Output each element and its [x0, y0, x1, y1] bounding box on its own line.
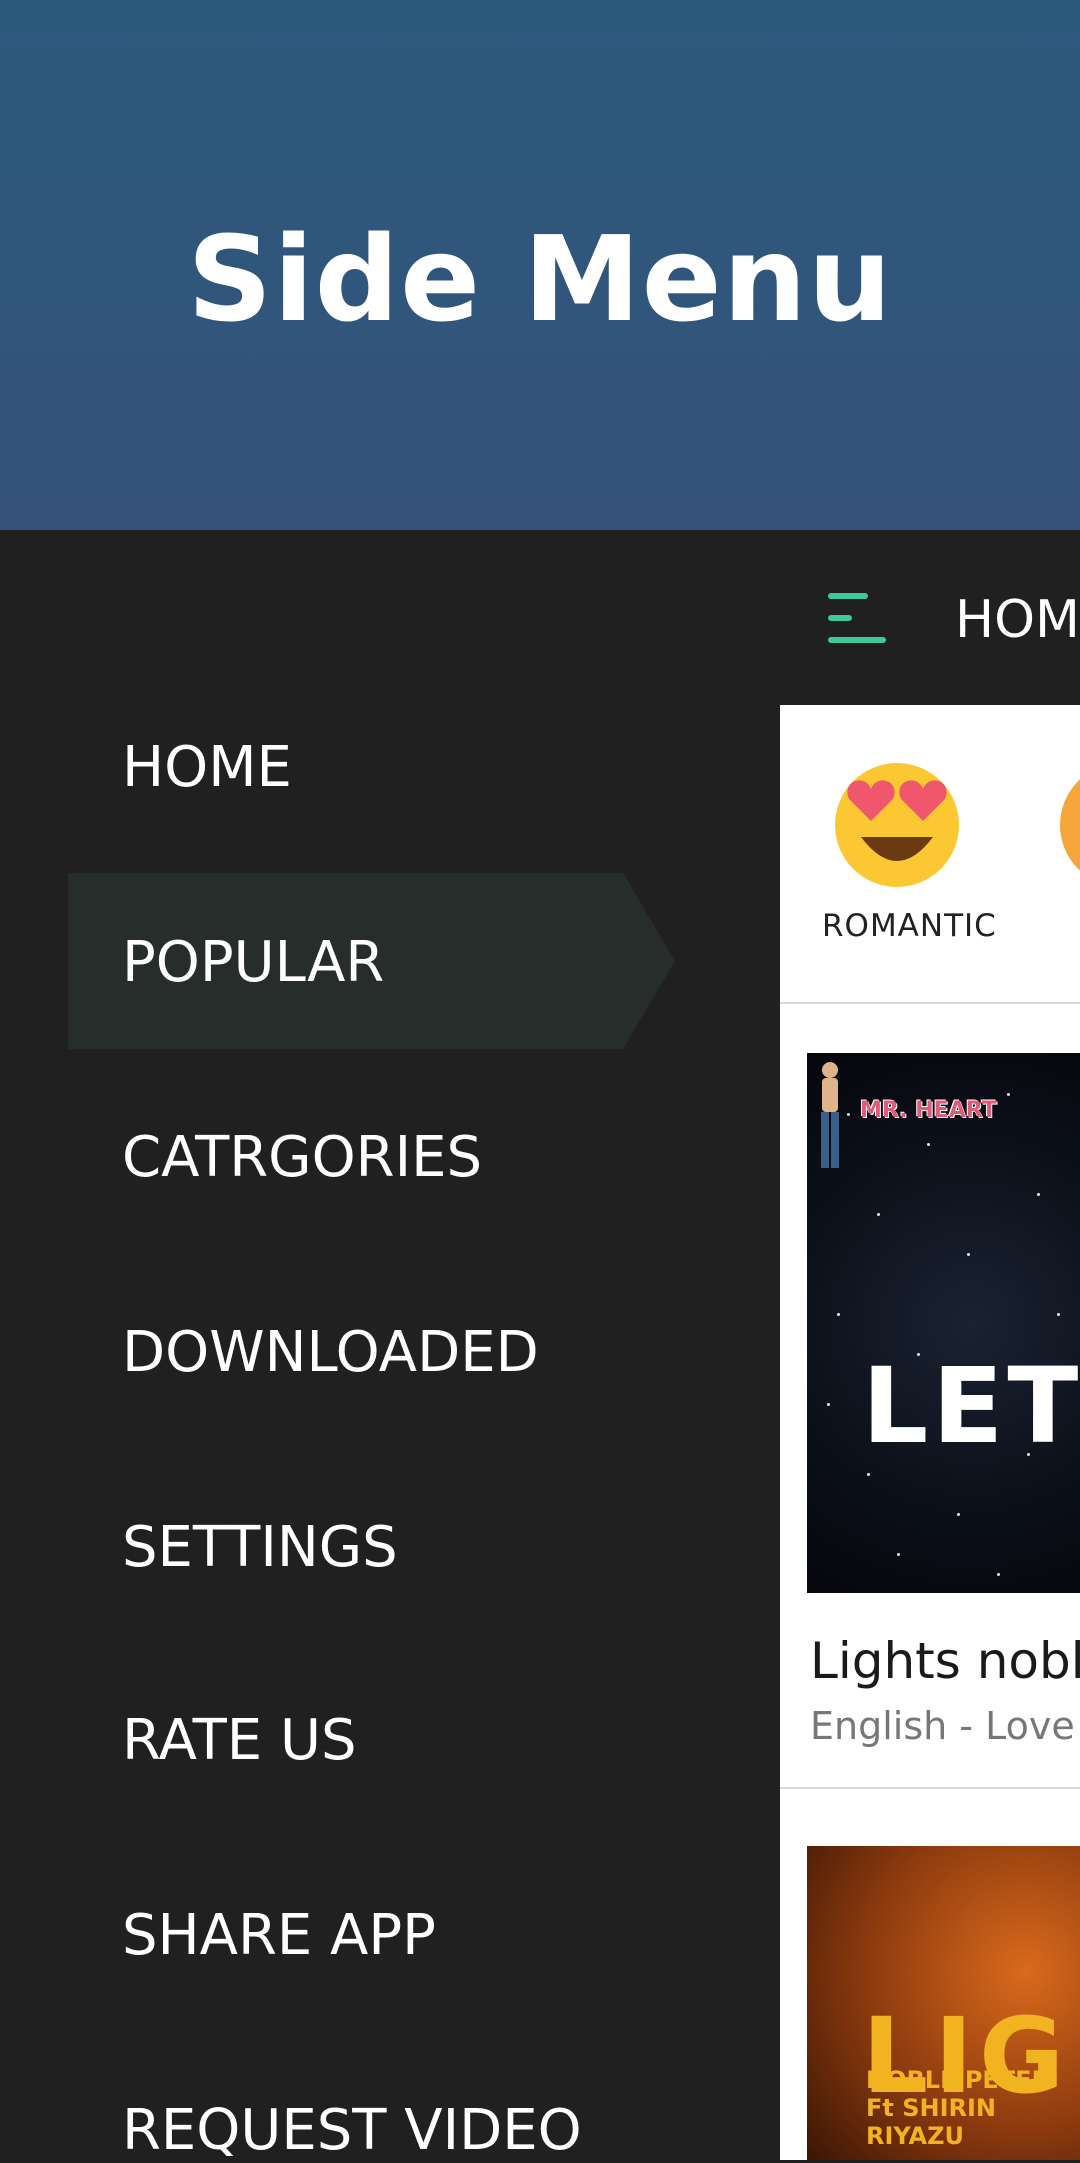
drawer-header: Side Menu	[0, 0, 1080, 530]
person-figure-icon	[821, 1062, 839, 1168]
menu-item-popular[interactable]: POPULAR	[122, 930, 384, 995]
menu-item-downloaded[interactable]: DOWNLOADED	[122, 1320, 539, 1385]
menu-item-settings[interactable]: SETTINGS	[122, 1515, 398, 1580]
topbar-title: HOME	[955, 590, 1080, 650]
header-title: Side Menu	[187, 210, 893, 348]
divider	[780, 1787, 1080, 1789]
thumbnail-text: LET	[862, 1345, 1080, 1467]
menu-item-share-app[interactable]: SHARE APP	[122, 1903, 436, 1968]
menu-item-home[interactable]: HOME	[122, 735, 292, 800]
menu-item-request-video[interactable]: REQUEST VIDEO	[122, 2098, 582, 2163]
heart-eyes-emoji-icon[interactable]	[831, 757, 963, 889]
menu-item-categories[interactable]: CATRGORIES	[122, 1125, 482, 1190]
category-emoji-icon[interactable]	[1060, 757, 1080, 889]
video-title[interactable]: Lights nobl	[810, 1632, 1080, 1690]
category-label[interactable]: ROMANTIC	[822, 908, 997, 944]
video-subtitle: English - Love F	[810, 1704, 1080, 1748]
hamburger-icon[interactable]	[828, 593, 892, 643]
channel-logo: MR. HEART	[860, 1098, 997, 1123]
thumbnail-subtext: NOBLE PETER Ft SHIRIN RIYAZU	[866, 2066, 1080, 2150]
menu-item-rate-us[interactable]: RATE US	[122, 1708, 357, 1773]
thumbnail-subtext-line: NOBLE PETER Ft SHIRIN RIYAZU	[866, 2066, 1051, 2150]
